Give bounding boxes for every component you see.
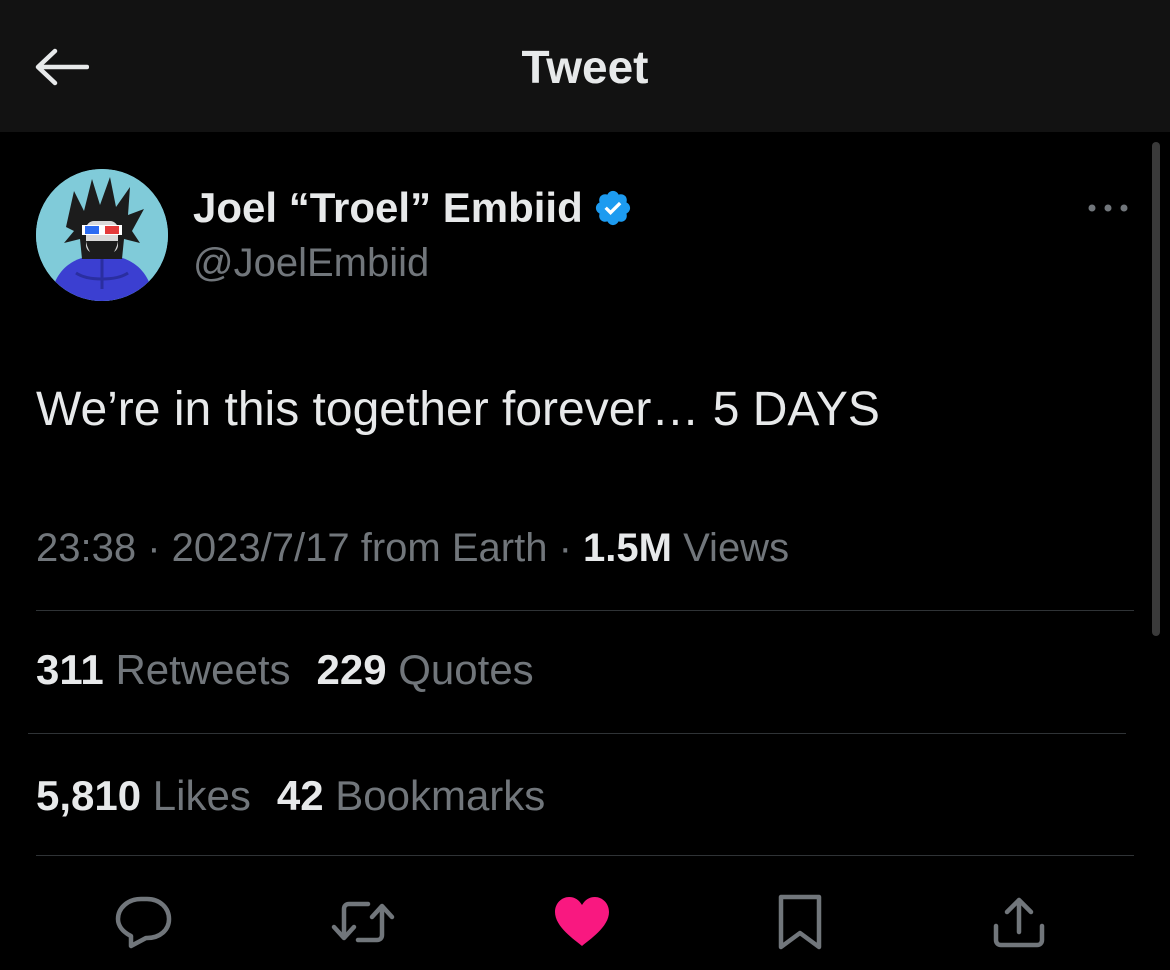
avatar[interactable] [36, 169, 168, 301]
more-horizontal-icon [1088, 204, 1128, 212]
reply-icon [115, 896, 172, 949]
retweets-count: 311 [36, 646, 104, 693]
bookmarks-label: Bookmarks [335, 772, 546, 819]
divider [36, 610, 1134, 611]
scrollbar[interactable] [1152, 142, 1160, 636]
more-options-button[interactable] [1080, 190, 1136, 226]
top-bar: Tweet [0, 0, 1170, 132]
likes-stat[interactable]: 5,810 Likes [36, 772, 251, 819]
bookmarks-stat[interactable]: 42 Bookmarks [277, 772, 545, 819]
author-name-row: Joel “Troel” Embiid [193, 182, 633, 234]
tweet-action-bar [0, 880, 1170, 964]
stats-row-likes: 5,810 Likes 42 Bookmarks [36, 769, 545, 823]
heart-icon [555, 897, 609, 946]
retweet-icon [331, 901, 395, 943]
retweets-stat[interactable]: 311 Retweets [36, 646, 291, 693]
share-icon [993, 897, 1045, 948]
share-button[interactable] [977, 880, 1061, 964]
meta-separator: · [558, 526, 584, 570]
likes-label: Likes [152, 772, 251, 819]
views-label: Views [683, 526, 790, 570]
tweet-time[interactable]: 23:38 [36, 526, 136, 570]
tweet-date[interactable]: 2023/7/17 [172, 526, 350, 570]
stats-row-reposts: 311 Retweets 229 Quotes [36, 643, 534, 697]
author-handle[interactable]: @JoelEmbiid [193, 238, 429, 288]
tweet-meta: 23:38 · 2023/7/17 from Earth · 1.5M View… [36, 522, 789, 574]
quotes-count: 229 [316, 646, 387, 693]
quotes-label: Quotes [398, 646, 534, 693]
verified-badge-icon [593, 188, 633, 228]
page-title: Tweet [521, 41, 649, 93]
meta-separator: · [147, 526, 172, 570]
views-count[interactable]: 1.5M [583, 526, 672, 570]
divider [36, 855, 1134, 856]
bookmark-icon [778, 894, 822, 950]
divider [28, 733, 1126, 734]
retweet-button[interactable] [321, 880, 405, 964]
bookmark-button[interactable] [758, 880, 842, 964]
like-button[interactable] [540, 880, 624, 964]
reply-button[interactable] [102, 880, 186, 964]
tweet-source: from Earth [360, 526, 548, 570]
tweet-text: We’re in this together forever… 5 DAYS [36, 383, 880, 436]
quotes-stat[interactable]: 229 Quotes [317, 646, 534, 693]
likes-count: 5,810 [36, 772, 142, 819]
bookmarks-count: 42 [276, 772, 324, 819]
author-display-name[interactable]: Joel “Troel” Embiid [193, 182, 583, 234]
retweets-label: Retweets [115, 646, 291, 693]
avatar-image [36, 169, 168, 301]
